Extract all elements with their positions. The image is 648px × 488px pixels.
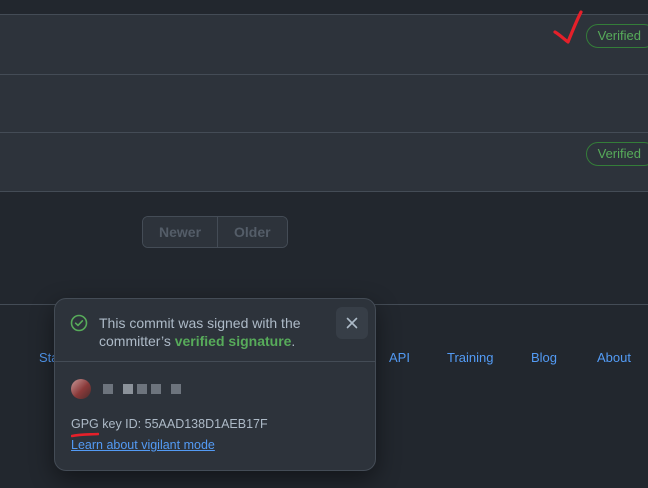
check-circle-icon [70, 314, 88, 332]
redacted-username [103, 384, 113, 394]
gpg-key-id: GPG key ID: 55AAD138D1AEB17F [71, 417, 268, 431]
signer-info [71, 379, 185, 399]
annotation-checkmark [553, 10, 583, 44]
redacted-username [151, 384, 161, 394]
redacted-username [123, 384, 133, 394]
footer-link-about[interactable]: About [597, 350, 631, 365]
newer-button[interactable]: Newer [143, 217, 218, 247]
commit-row [0, 74, 648, 133]
signature-popover: This commit was signed with the committe… [54, 298, 376, 471]
redacted-username [171, 384, 181, 394]
message-period: . [291, 333, 296, 349]
verified-badge[interactable]: Verified [585, 142, 648, 166]
footer-link-api[interactable]: API [389, 350, 410, 365]
redacted-username [137, 384, 147, 394]
footer-link-blog[interactable]: Blog [531, 350, 557, 365]
close-icon [346, 317, 358, 329]
learn-vigilant-mode-link[interactable]: Learn about vigilant mode [71, 438, 215, 452]
commit-row: Verified [0, 14, 648, 75]
close-button[interactable] [336, 307, 368, 339]
avatar [71, 379, 91, 399]
footer-link-training[interactable]: Training [447, 350, 493, 365]
popover-header: This commit was signed with the committe… [55, 299, 375, 362]
commit-row: Verified [0, 132, 648, 192]
verified-signature-text: verified signature [174, 333, 292, 349]
verified-badge[interactable]: Verified [585, 24, 648, 48]
popover-message: This commit was signed with the committe… [99, 314, 329, 350]
older-button[interactable]: Older [217, 217, 287, 247]
page: Verified Verified Newer Older Sta API Tr… [0, 0, 648, 488]
pagination: Newer Older [142, 216, 288, 248]
